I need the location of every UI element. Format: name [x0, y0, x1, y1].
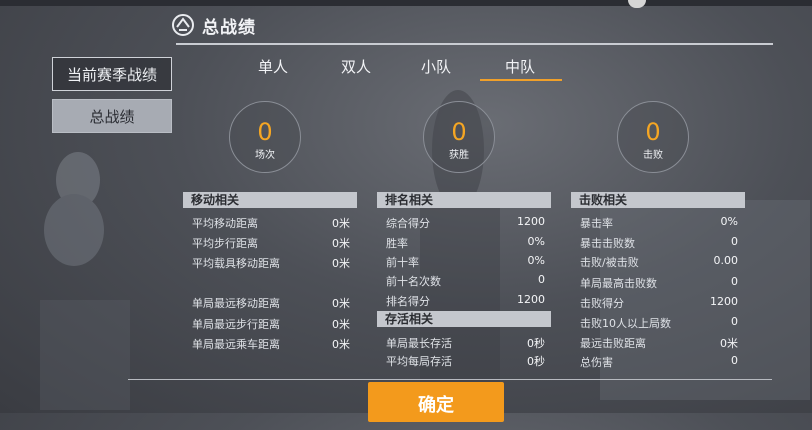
survival-panel: 存活相关: [377, 311, 551, 327]
wins-label: 获胜: [449, 150, 469, 161]
stat-label: 平均载具移动距离: [192, 257, 280, 270]
stat-label: 击败得分: [580, 297, 624, 310]
stat-value: 0米: [332, 217, 350, 230]
summary-matches: 0 场次: [229, 101, 301, 173]
active-tab-indicator: [480, 79, 562, 81]
title-divider: [176, 43, 773, 45]
stat-label: 最远击败距离: [580, 337, 646, 350]
stat-value: 0%: [527, 235, 545, 248]
stat-value: 0: [731, 315, 738, 328]
stat-value: 0%: [720, 215, 738, 228]
stat-label: 总伤害: [580, 356, 613, 369]
stat-label: 平均步行距离: [192, 237, 258, 250]
kills-value: 0: [645, 118, 661, 146]
kills-label: 击败: [643, 150, 663, 161]
stat-label: 前十率: [386, 256, 419, 269]
stat-label: 单局最远乘车距离: [192, 338, 280, 351]
matches-label: 场次: [255, 150, 275, 161]
stat-value: 1200: [710, 295, 738, 308]
movement-heading: 移动相关: [183, 192, 357, 208]
stat-value: 0秒: [527, 355, 545, 368]
stat-label: 击败/被击败: [580, 256, 639, 269]
game-logo-icon: [172, 14, 194, 36]
tab-duo[interactable]: 双人: [316, 56, 396, 77]
summary-wins: 0 获胜: [423, 101, 495, 173]
stat-value: 0米: [332, 237, 350, 250]
stat-label: 胜率: [386, 237, 408, 250]
ranking-panel: 排名相关: [377, 192, 551, 208]
stat-label: 单局最高击败数: [580, 277, 657, 290]
confirm-button[interactable]: 确定: [368, 382, 504, 422]
stat-value: 0.00: [713, 254, 739, 267]
stat-label: 平均移动距离: [192, 217, 258, 230]
page-title: 总战绩: [202, 17, 256, 38]
ranking-heading: 排名相关: [377, 192, 551, 208]
stat-label: 暴击击败数: [580, 237, 635, 250]
stat-value: 0秒: [527, 337, 545, 350]
stat-value: 0: [731, 354, 738, 367]
tab-platoon[interactable]: 中队: [480, 56, 560, 77]
stat-value: 1200: [517, 293, 545, 306]
kills-panel: 击败相关: [571, 192, 745, 208]
stat-label: 击败10人以上局数: [580, 317, 671, 330]
stat-value: 0: [731, 275, 738, 288]
sidebar-item-total-record[interactable]: 总战绩: [52, 99, 172, 133]
wins-value: 0: [451, 118, 467, 146]
stat-value: 0米: [720, 337, 738, 350]
tab-solo[interactable]: 单人: [233, 56, 313, 77]
summary-kills: 0 击败: [617, 101, 689, 173]
stat-label: 单局最远步行距离: [192, 318, 280, 331]
matches-value: 0: [257, 118, 273, 146]
stat-value: 0米: [332, 257, 350, 270]
movement-panel: 移动相关: [183, 192, 357, 208]
tab-squad[interactable]: 小队: [396, 56, 476, 77]
header: 总战绩: [170, 12, 256, 38]
stat-value: 0米: [332, 338, 350, 351]
stat-value: 0: [538, 273, 545, 286]
stat-label: 前十名次数: [386, 275, 441, 288]
kills-heading: 击败相关: [571, 192, 745, 208]
stat-value: 0米: [332, 318, 350, 331]
stat-label: 平均每局存活: [386, 355, 452, 368]
stat-label: 单局最长存活: [386, 337, 452, 350]
stat-label: 单局最远移动距离: [192, 297, 280, 310]
stat-value: 0米: [332, 297, 350, 310]
stat-value: 0: [731, 235, 738, 248]
stat-value: 1200: [517, 215, 545, 228]
stat-label: 暴击率: [580, 217, 613, 230]
stat-label: 排名得分: [386, 295, 430, 308]
survival-heading: 存活相关: [377, 311, 551, 327]
footer-divider: [128, 379, 772, 380]
stat-value: 0%: [527, 254, 545, 267]
stat-label: 综合得分: [386, 217, 430, 230]
sidebar-item-current-season[interactable]: 当前赛季战绩: [52, 57, 172, 91]
